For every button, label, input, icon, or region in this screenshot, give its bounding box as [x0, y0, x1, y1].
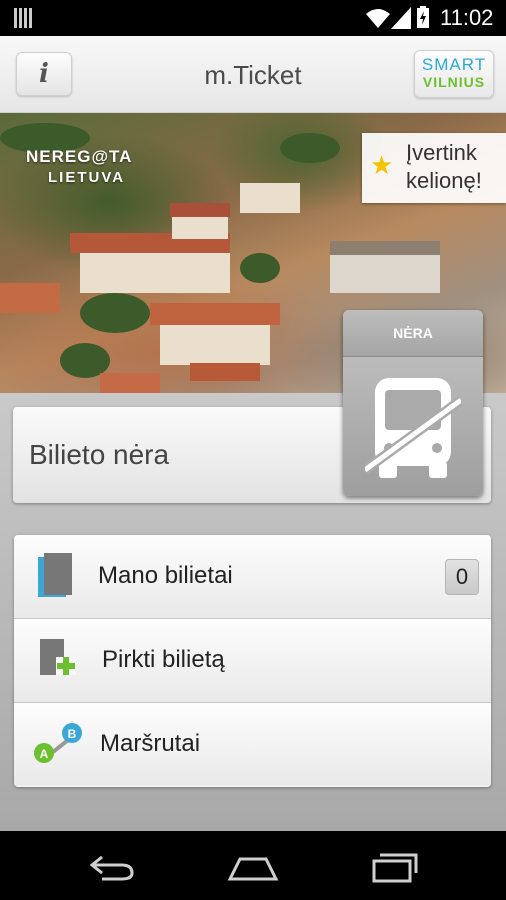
system-nav-bar — [0, 831, 506, 900]
logo-line2: VILNIUS — [422, 74, 486, 90]
svg-text:B: B — [68, 727, 77, 741]
menu-item-buy-ticket[interactable]: Pirkti bilietą — [14, 619, 491, 703]
menu-item-routes[interactable]: B A Maršrutai — [14, 703, 491, 786]
menu-label-routes: Maršrutai — [100, 730, 201, 757]
logo-line1: SMART — [421, 55, 487, 74]
buy-ticket-icon — [40, 639, 76, 675]
menu-label-buy-ticket: Pirkti bilietą — [102, 646, 225, 673]
recent-apps-icon[interactable] — [370, 849, 420, 885]
notification-icon — [14, 8, 34, 28]
nereg-logo: NEREG@TA LIETUVA — [26, 147, 133, 186]
bus-crossed-icon — [365, 378, 461, 478]
app-header: i m.Ticket SMART VILNIUS — [0, 36, 506, 113]
ticket-count-badge: 0 — [445, 559, 479, 595]
status-bar: 11:02 — [0, 0, 506, 36]
menu-item-my-tickets[interactable]: Mano bilietai 0 — [14, 535, 491, 619]
battery-icon — [417, 6, 429, 28]
home-icon[interactable] — [226, 849, 280, 885]
no-ticket-badge: NĖRA — [343, 310, 483, 496]
menu-label-my-tickets: Mano bilietai — [98, 562, 233, 589]
clock: 11:02 — [440, 5, 494, 30]
rate-trip-button[interactable]: ★ Įvertink kelionę! — [362, 133, 506, 203]
signal-icon — [391, 7, 411, 29]
badge-label: NĖRA — [393, 325, 433, 341]
tickets-icon — [38, 553, 72, 597]
badge-header: NĖRA — [343, 310, 483, 357]
smart-vilnius-logo[interactable]: SMART VILNIUS — [414, 50, 494, 98]
star-icon: ★ — [370, 151, 394, 181]
wifi-icon — [366, 9, 390, 28]
svg-text:A: A — [40, 747, 49, 761]
rate-trip-label: Įvertink kelionę! — [406, 140, 482, 193]
route-icon: B A — [34, 723, 82, 763]
back-icon[interactable] — [88, 849, 136, 885]
main-menu: Mano bilietai 0 Pirkti bilietą B A Maršr… — [14, 535, 491, 787]
ticket-status-label: Bilieto nėra — [29, 439, 170, 470]
